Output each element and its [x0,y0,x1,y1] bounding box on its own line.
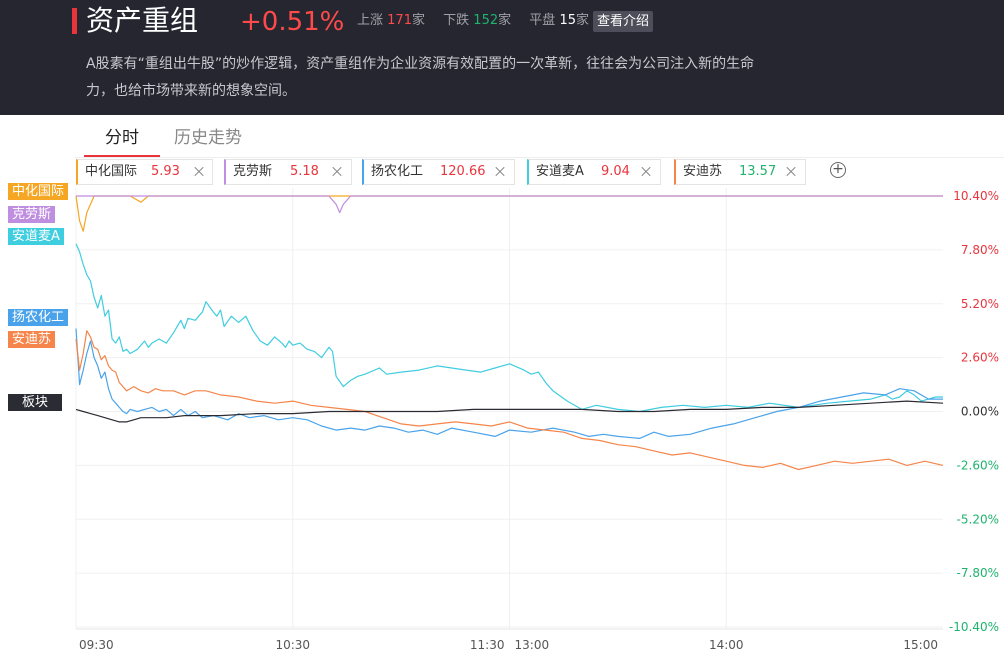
y-tick-label: 0.00% [961,405,999,419]
intraday-chart: 10.40% 7.80% 5.20% 2.60% 0.00% -2.60% -5.20% -7… [75,188,999,652]
y-tick-label: 7.80% [961,243,999,257]
x-tick-label: 15:00 [903,638,938,652]
y-tick-label: 2.60% [961,351,999,365]
y-tick-label: -10.40% [949,620,999,634]
x-tick-label: 13:00 [515,638,550,652]
y-tick-label: -5.20% [957,512,999,526]
x-tick-label: 14:00 [709,638,744,652]
x-tick-label: 09:30 [79,638,114,652]
y-tick-label: -2.60% [957,458,999,472]
y-tick-label: 10.40% [953,189,999,203]
sector-page: 资产重组 +0.51% 上涨 171家 下跌 152家 平盘 15家 查看介绍 … [0,0,1004,659]
x-tick-label: 11:30 [470,638,505,652]
y-tick-label: -7.80% [957,566,999,580]
y-tick-label: 5.20% [961,297,999,311]
x-tick-label: 10:30 [275,638,310,652]
